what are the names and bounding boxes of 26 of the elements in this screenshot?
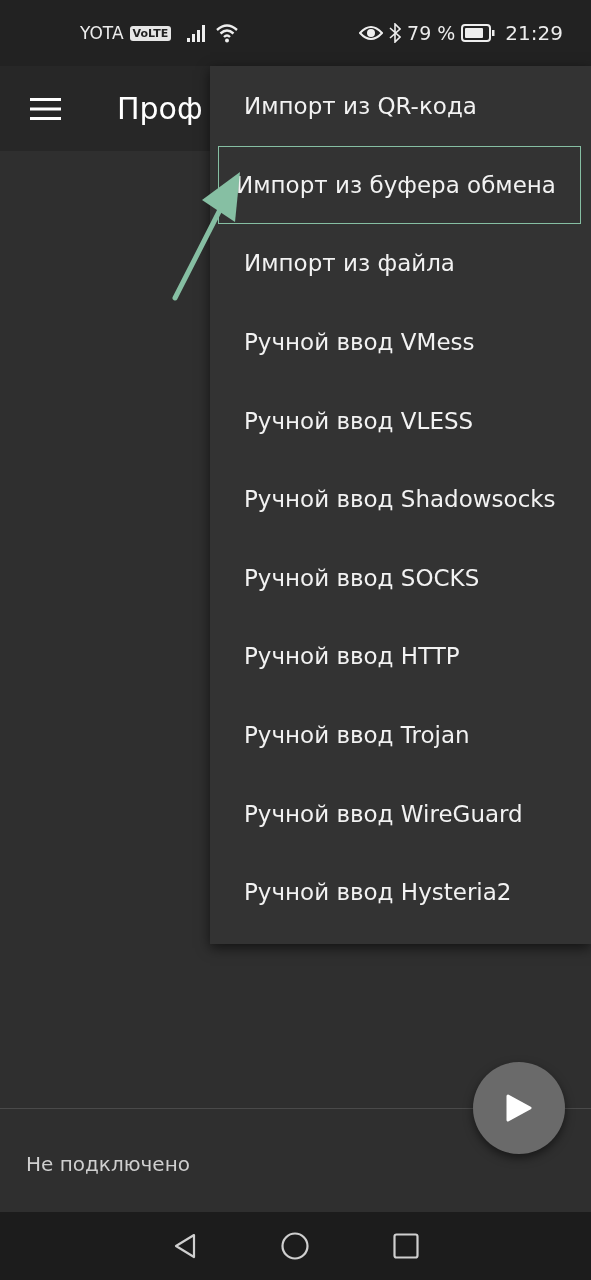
recents-icon[interactable] xyxy=(392,1233,419,1259)
menu-item[interactable]: Ручной ввод HTTP xyxy=(218,617,581,696)
battery-percent: 79 % xyxy=(407,22,456,44)
menu-icon[interactable] xyxy=(30,97,61,120)
bluetooth-icon xyxy=(389,23,402,43)
menu-item[interactable]: Импорт из QR-кода xyxy=(218,67,581,146)
wifi-icon xyxy=(215,23,240,43)
battery-icon xyxy=(461,24,496,42)
menu-item[interactable]: Ручной ввод Hysteria2 xyxy=(218,852,581,932)
connection-status: Не подключено xyxy=(26,1151,190,1176)
menu-item[interactable]: Ручной ввод Shadowsocks xyxy=(218,459,581,539)
play-icon xyxy=(505,1093,533,1123)
menu-item[interactable]: Импорт из файла xyxy=(218,224,581,303)
clock-time: 21:29 xyxy=(505,21,563,45)
home-icon[interactable] xyxy=(280,1232,309,1260)
screen-title: Проф xyxy=(117,91,203,126)
menu-item[interactable]: Ручной ввод WireGuard xyxy=(218,774,581,853)
back-icon[interactable] xyxy=(172,1233,197,1259)
eye-icon xyxy=(359,25,384,41)
menu-item[interactable]: Ручной ввод VMess xyxy=(218,302,581,382)
menu-item[interactable]: Ручной ввод SOCKS xyxy=(218,538,581,618)
menu-item[interactable]: Ручной ввод Trojan xyxy=(218,695,581,775)
carrier-name: YOTA xyxy=(80,23,124,43)
menu-item[interactable]: Импорт из буфера обмена xyxy=(218,145,581,225)
network-badge: VoLTE xyxy=(129,25,172,41)
menu-item[interactable]: Ручной ввод VLESS xyxy=(218,381,581,460)
